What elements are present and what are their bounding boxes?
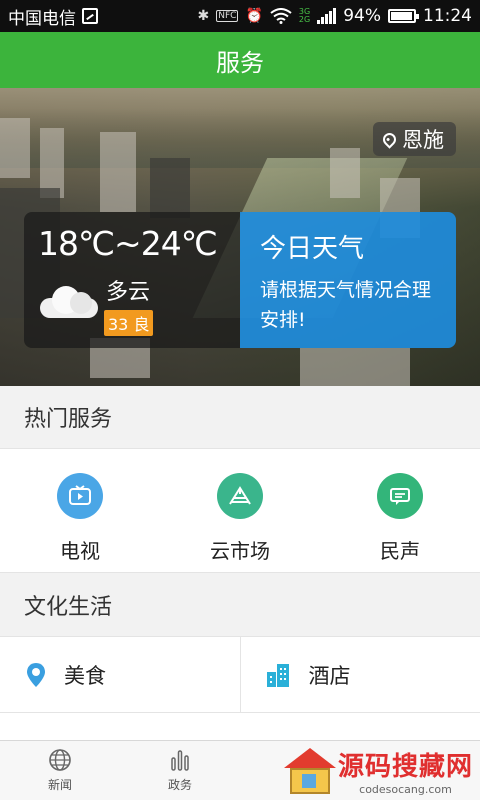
service-public-voice[interactable]: 民声 [320, 449, 480, 572]
location-badge[interactable]: 恩施 [373, 122, 456, 156]
nav-item-government[interactable]: 政务 [120, 741, 240, 800]
weather-condition: 多云 [106, 280, 151, 305]
clock: 11:24 [423, 6, 472, 26]
building-icon [266, 663, 289, 687]
banner-building [300, 348, 410, 386]
service-cloud-market[interactable]: 云市场 [160, 449, 320, 572]
banner-building [100, 132, 136, 212]
signal-icon [317, 8, 337, 24]
section-title-culture: 文化生活 [0, 574, 480, 636]
nav-label: 新闻 [47, 778, 72, 792]
chat-icon [377, 473, 423, 519]
culture-item-food[interactable]: 美食 [0, 637, 240, 712]
culture-title: 文化生活 [24, 595, 113, 620]
culture-item-label: 美食 [64, 663, 106, 688]
weather-card[interactable]: 18℃~24℃ 多云 33 良 [24, 212, 240, 348]
network-type-icon: 3G 2G [299, 8, 310, 24]
nfc-icon: NFC [216, 10, 239, 22]
watermark-name: 源码搜藏网 [338, 752, 474, 782]
tv-icon [57, 473, 103, 519]
nav-label: 政务 [167, 778, 192, 792]
bar-chart-icon [171, 750, 189, 771]
carrier-area: 中国电信 [8, 4, 198, 29]
service-label: 民声 [380, 539, 420, 563]
battery-icon [388, 9, 419, 23]
aqi-badge: 33 良 [104, 310, 154, 336]
section-title-hot-services: 热门服务 [0, 386, 480, 448]
battery-percent: 94% [343, 6, 381, 26]
watermark-url: codesocang.com [359, 783, 452, 796]
culture-item-hotel[interactable]: 酒店 [239, 637, 480, 712]
service-tv[interactable]: 电视 [0, 449, 160, 572]
status-icons: ✱ NFC ⏰ 3G 2G 94% 11:24 [198, 6, 472, 26]
status-bar: 中国电信 ✱ NFC ⏰ 3G 2G 94% 11:24 [0, 0, 480, 32]
banner-building [150, 158, 190, 218]
watermark: 源码搜藏网 codesocang.com [280, 742, 480, 800]
nav-item-news[interactable]: 新闻 [0, 741, 120, 800]
weather-tip-title: 今日天气 [260, 234, 365, 264]
cloud-icon [40, 286, 98, 318]
hot-services-title: 热门服务 [24, 407, 113, 432]
no-sim-icon [82, 8, 98, 24]
house-logo-icon [280, 744, 338, 798]
wifi-icon [270, 8, 292, 24]
net-2g-label: 2G [298, 15, 311, 24]
weather-tip-card[interactable]: 今日天气 请根据天气情况合理安排! [240, 212, 456, 348]
weather-banner[interactable]: 恩施 18℃~24℃ 多云 33 良 今日天气 请根据天气情况合理安排! [0, 88, 480, 386]
banner-building [0, 118, 30, 178]
carrier-name: 中国电信 [8, 8, 76, 29]
app-header: 服务 [0, 32, 480, 88]
location-pin-icon [380, 129, 399, 149]
hot-services-grid: 电视 云市场 民声 [0, 448, 480, 573]
service-label: 云市场 [210, 539, 270, 563]
location-name: 恩施 [402, 128, 444, 152]
service-label: 电视 [60, 539, 100, 563]
culture-item-label: 酒店 [308, 663, 351, 688]
market-icon [217, 473, 263, 519]
temperature-range: 18℃~24℃ [38, 224, 218, 263]
location-pin-icon [27, 662, 45, 687]
page-title: 服务 [216, 48, 264, 77]
bluetooth-icon: ✱ [197, 8, 210, 24]
culture-row: 美食 酒店 [0, 637, 480, 713]
alarm-icon: ⏰ [245, 8, 263, 24]
banner-building [330, 148, 360, 198]
globe-icon [49, 749, 71, 771]
weather-tip-text: 请根据天气情况合理安排! [260, 279, 432, 331]
watermark-text: 源码搜藏网 codesocang.com [338, 746, 473, 796]
